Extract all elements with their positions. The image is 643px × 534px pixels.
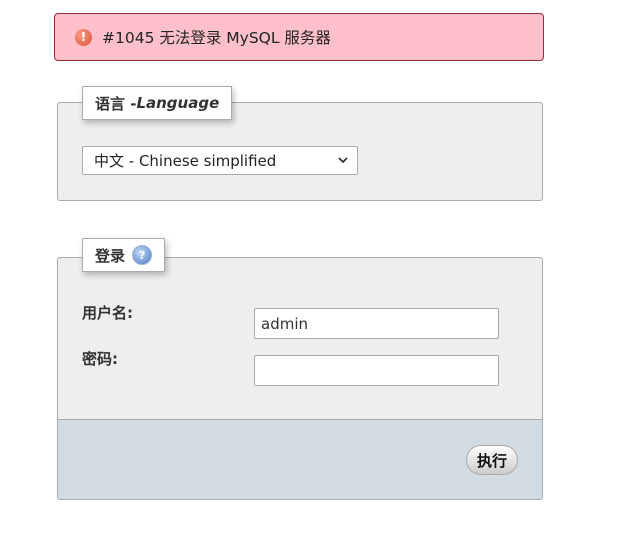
chevron-down-icon xyxy=(338,157,348,164)
error-icon: ! xyxy=(75,28,92,46)
password-label: 密码: xyxy=(82,350,118,368)
error-text: #1045 无法登录 MySQL 服务器 xyxy=(102,29,331,47)
error-message: ! #1045 无法登录 MySQL 服务器 xyxy=(54,13,544,61)
login-legend-label: 登录 xyxy=(95,246,126,265)
language-legend-em: Language xyxy=(136,94,220,112)
login-panel: 用户名: 密码: 执行 xyxy=(57,257,543,500)
username-label: 用户名: xyxy=(82,304,133,322)
language-select-value: 中文 - Chinese simplified xyxy=(94,152,277,170)
language-legend: 语言 - Language xyxy=(82,86,233,120)
username-input[interactable] xyxy=(254,308,499,339)
help-icon[interactable]: ? xyxy=(132,245,153,265)
language-select[interactable]: 中文 - Chinese simplified xyxy=(82,146,358,175)
password-input[interactable] xyxy=(254,355,499,386)
language-legend-label: 语言 - xyxy=(95,94,137,113)
login-legend: 登录 ? xyxy=(82,238,166,272)
login-footer: 执行 xyxy=(58,419,542,499)
submit-button[interactable]: 执行 xyxy=(466,445,518,475)
